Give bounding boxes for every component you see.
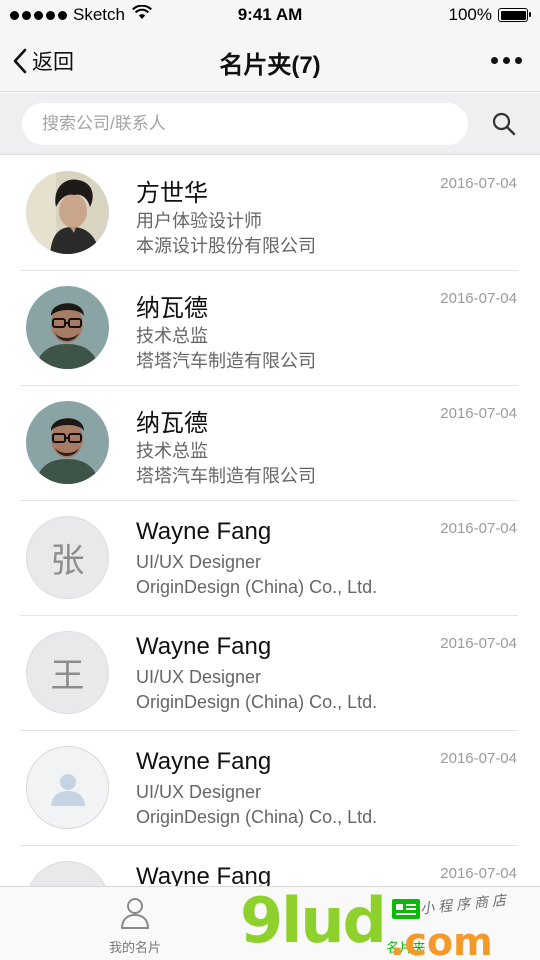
battery-percent: 100%	[448, 5, 492, 24]
tab-my-card-label: 我的名片	[108, 940, 161, 955]
card-holder-icon	[392, 899, 420, 919]
avatar	[26, 746, 109, 829]
contact-title: 技术总监	[136, 441, 208, 461]
contact-name: 纳瓦德	[136, 295, 208, 322]
more-dot-icon	[503, 57, 510, 64]
navigation-bar: 返回 名片夹(7)	[0, 30, 540, 92]
page-title-text: 名片夹(7)	[219, 52, 321, 79]
contact-company: OriginDesign (China) Co., Ltd.	[136, 692, 378, 712]
contact-title: UI/UX Designer	[136, 552, 262, 572]
avatar	[26, 171, 109, 254]
avatar	[26, 861, 109, 886]
more-options-button[interactable]	[491, 57, 522, 64]
tab-my-card[interactable]: 我的名片	[65, 887, 205, 960]
tab-bar: 我的名片 名片夹	[0, 886, 540, 960]
contact-date: 2016-07-04	[440, 175, 517, 192]
contact-date: 2016-07-04	[440, 520, 517, 537]
contact-date: 2016-07-04	[440, 865, 517, 882]
avatar-photo-icon	[26, 171, 109, 254]
contact-item[interactable]: 方世华 用户体验设计师 本源设计股份有限公司 2016-07-04	[0, 156, 540, 271]
contact-company: 塔塔汽车制造有限公司	[136, 351, 316, 371]
contact-name: 方世华	[136, 180, 208, 207]
search-icon[interactable]	[490, 110, 518, 138]
contact-title: UI/UX Designer	[136, 782, 262, 802]
more-dot-icon	[515, 57, 522, 64]
search-input[interactable]	[22, 103, 468, 145]
avatar-photo-icon	[26, 401, 109, 484]
tab-card-holder[interactable]: 名片夹	[336, 887, 476, 960]
contact-item[interactable]: 王 Wayne Fang UI/UX Designer OriginDesign…	[0, 616, 540, 731]
contact-date: 2016-07-04	[440, 290, 517, 307]
avatar	[26, 286, 109, 369]
contact-name: Wayne Fang	[136, 633, 272, 660]
contact-title: 技术总监	[136, 326, 208, 346]
contact-item[interactable]: 纳瓦德 技术总监 塔塔汽车制造有限公司 2016-07-04	[0, 271, 540, 386]
contact-item[interactable]: 纳瓦德 技术总监 塔塔汽车制造有限公司 2016-07-04	[0, 386, 540, 501]
contact-item[interactable]: Wayne Fang 2016-07-04	[0, 846, 540, 886]
avatar-photo-icon	[26, 286, 109, 369]
status-right: 100%	[448, 5, 531, 25]
battery-icon	[498, 8, 531, 22]
more-dot-icon	[491, 57, 498, 64]
contact-item[interactable]: Wayne Fang UI/UX Designer OriginDesign (…	[0, 731, 540, 846]
contact-date: 2016-07-04	[440, 750, 517, 767]
search-bar	[0, 93, 540, 155]
contact-name: 纳瓦德	[136, 410, 208, 437]
avatar-initial: 张	[26, 516, 109, 599]
status-bar: Sketch 9:41 AM 100%	[0, 0, 540, 30]
contact-title: 用户体验设计师	[136, 211, 262, 231]
contact-name: Wayne Fang	[136, 748, 272, 775]
contact-name: Wayne Fang	[136, 518, 272, 545]
contact-date: 2016-07-04	[440, 635, 517, 652]
contact-item[interactable]: 张 Wayne Fang UI/UX Designer OriginDesign…	[0, 501, 540, 616]
contact-company: 本源设计股份有限公司	[136, 236, 316, 256]
contact-company: OriginDesign (China) Co., Ltd.	[136, 577, 378, 597]
avatar-initial: 王	[26, 631, 109, 714]
contact-company: OriginDesign (China) Co., Ltd.	[136, 807, 378, 827]
tab-card-holder-label: 名片夹	[386, 940, 426, 955]
contact-company: 塔塔汽车制造有限公司	[136, 466, 316, 486]
person-icon	[121, 898, 149, 929]
contact-date: 2016-07-04	[440, 405, 517, 422]
avatar	[26, 401, 109, 484]
contact-title: UI/UX Designer	[136, 667, 262, 687]
contact-list: 方世华 用户体验设计师 本源设计股份有限公司 2016-07-04 纳瓦德 技术…	[0, 156, 540, 886]
contact-name: Wayne Fang	[136, 863, 272, 886]
page-title: 名片夹(7)	[0, 45, 540, 80]
default-user-icon	[50, 773, 85, 806]
